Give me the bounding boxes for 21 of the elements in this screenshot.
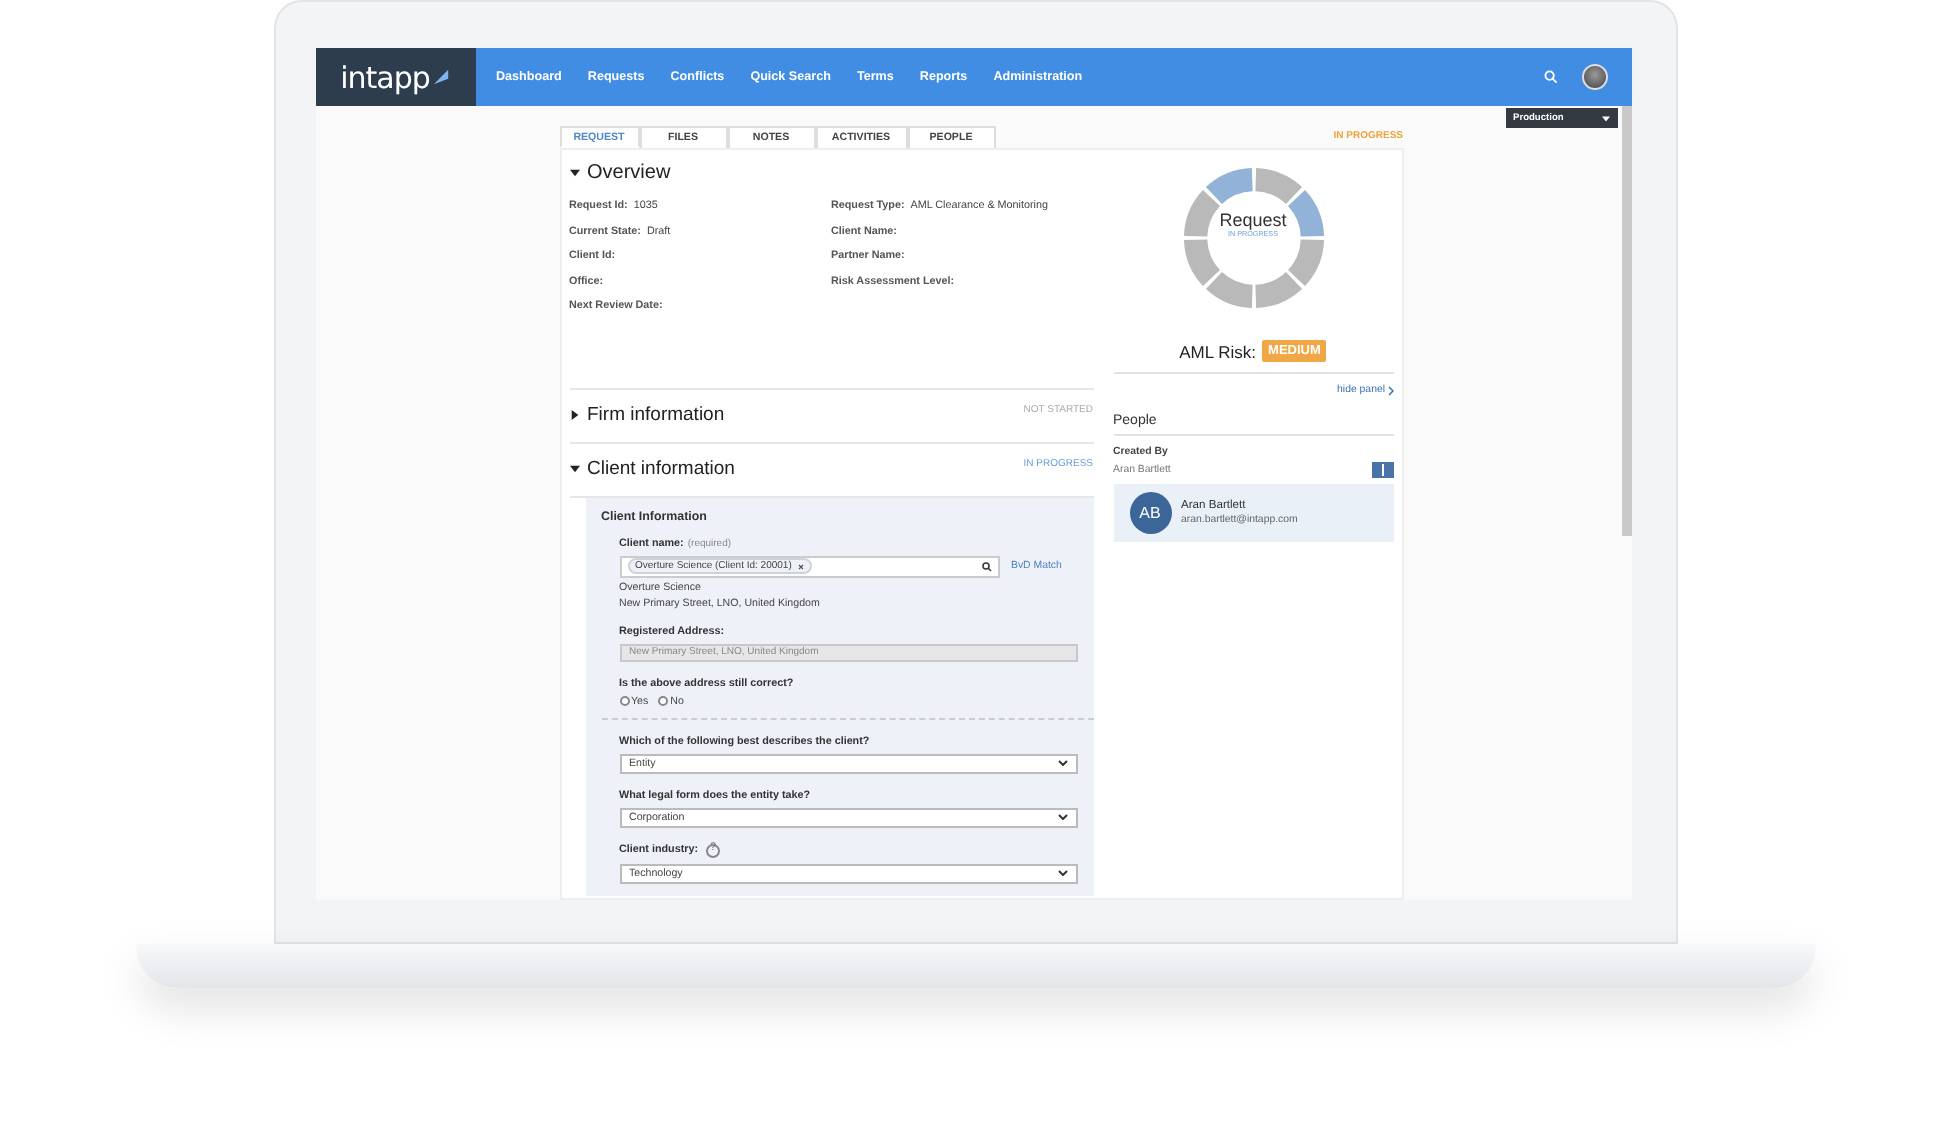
avatar-icon[interactable] bbox=[1581, 64, 1607, 90]
section-title: Firm information bbox=[587, 404, 725, 426]
search-icon[interactable] bbox=[981, 561, 991, 571]
section-title: Client information bbox=[587, 458, 735, 480]
section-title: Overview bbox=[587, 162, 671, 184]
risk-label: AML Risk: bbox=[1179, 341, 1257, 361]
scrollbar[interactable] bbox=[1621, 106, 1631, 536]
logo-text: intapp bbox=[340, 59, 430, 95]
chevron-icon bbox=[1387, 385, 1393, 395]
avatar-initials: AB bbox=[1129, 492, 1171, 534]
flag-icon bbox=[431, 68, 450, 86]
progress-title: Request bbox=[1219, 210, 1287, 230]
caret-icon[interactable] bbox=[569, 410, 579, 420]
chevron-icon bbox=[1057, 870, 1067, 876]
caret-icon[interactable] bbox=[569, 464, 579, 474]
chevron-icon bbox=[1057, 760, 1067, 766]
remove-icon[interactable] bbox=[797, 563, 804, 569]
caret-icon[interactable] bbox=[569, 168, 579, 178]
contact-card-icon[interactable] bbox=[1371, 462, 1393, 478]
chevron-icon bbox=[1057, 814, 1067, 820]
caret-icon bbox=[1601, 115, 1609, 121]
